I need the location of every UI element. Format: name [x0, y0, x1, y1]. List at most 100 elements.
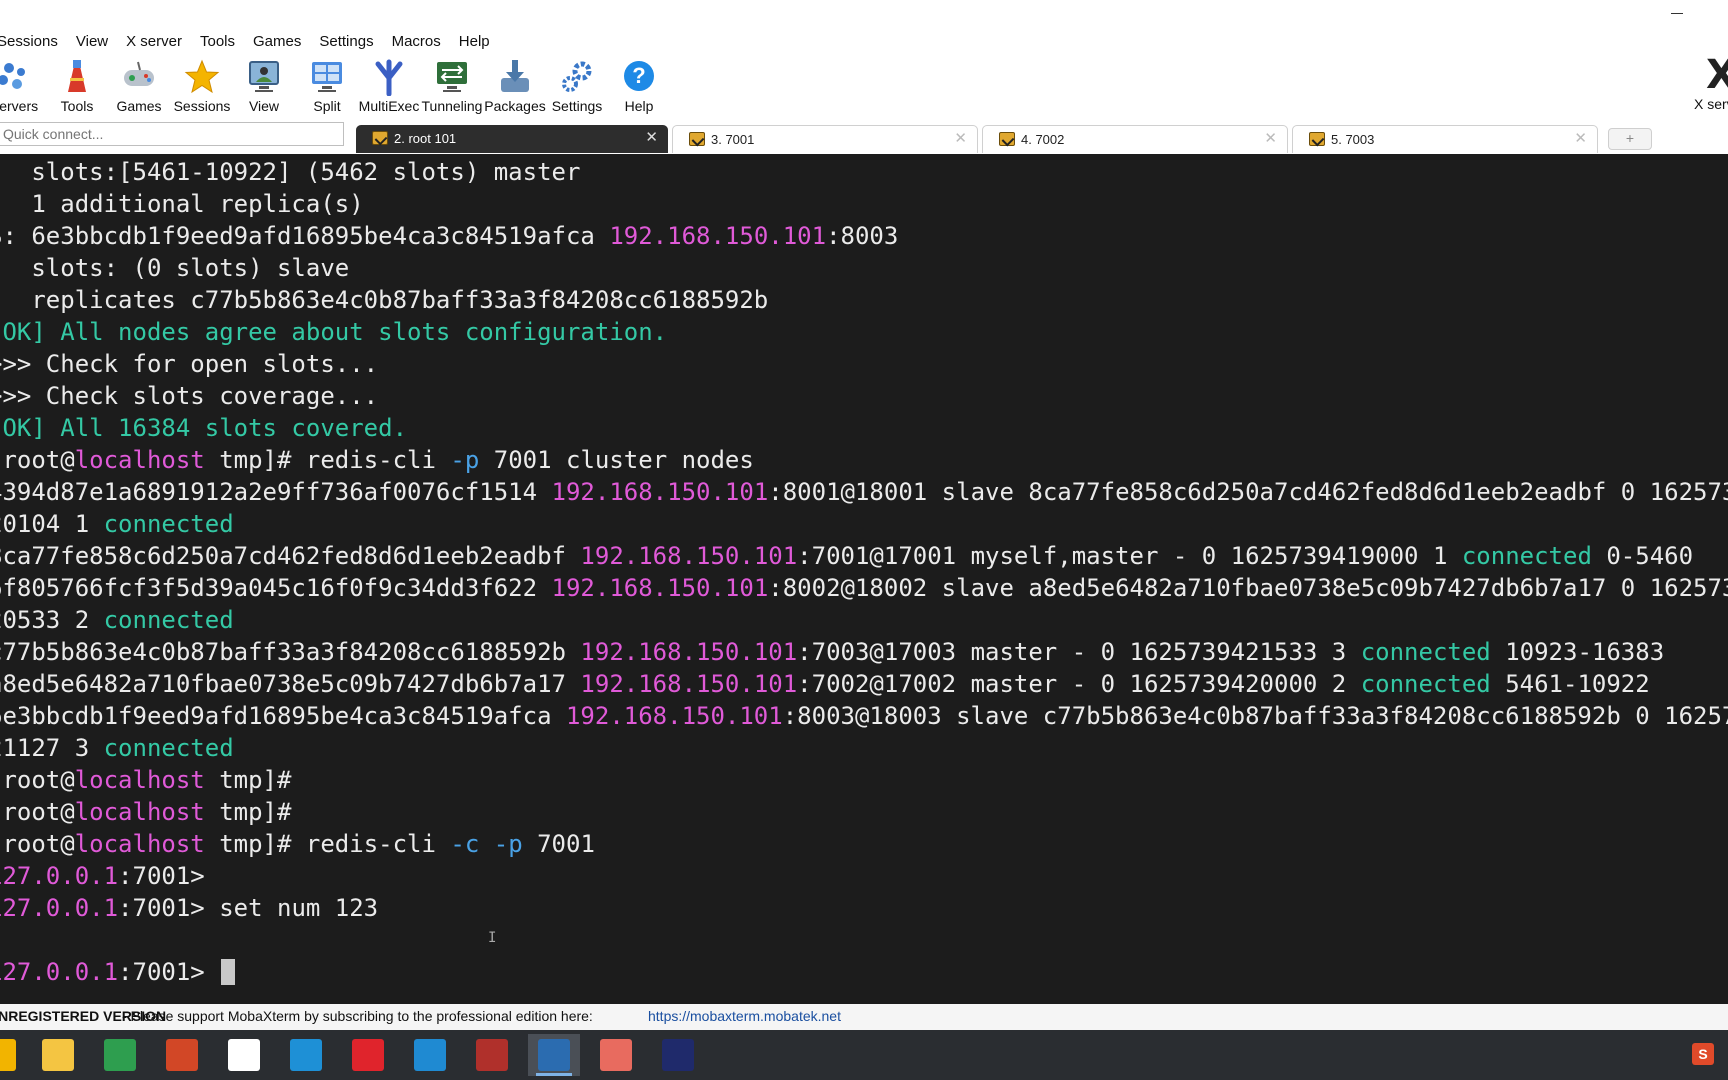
close-tab-icon[interactable]: ✕	[645, 125, 658, 151]
monitor-user-icon	[245, 58, 283, 96]
close-tab-icon[interactable]: ✕	[1264, 126, 1277, 152]
terminal-text: 10923-16383	[1490, 638, 1665, 666]
session-tab[interactable]: 3. 7001 ✕	[672, 125, 978, 153]
toolbar-help-button[interactable]: ? Help	[605, 56, 673, 116]
terminal-line: >>> Check slots coverage...	[0, 380, 378, 412]
terminal-text: [OK] All nodes agree about slots configu…	[0, 318, 668, 346]
terminal-text: 20533 2	[0, 606, 90, 634]
taskbar-button[interactable]	[342, 1034, 394, 1076]
terminal-line: 20533 2 connected	[0, 604, 234, 636]
taskbar-button[interactable]	[404, 1034, 456, 1076]
quick-connect-input[interactable]	[0, 122, 344, 146]
terminal-text: connected	[103, 734, 234, 762]
terminal-line: [root@localhost tmp]#	[0, 796, 291, 828]
mobaxterm-website-link[interactable]: https://mobaxterm.mobatek.net	[648, 1008, 841, 1024]
close-tab-icon[interactable]: ✕	[954, 126, 967, 152]
session-tab[interactable]: 2. root 101 ✕	[356, 125, 668, 153]
terminal-text: >>> Check for open slots...	[0, 350, 379, 378]
terminal-text: a8ed5e6482a710fbae0738e5c09b7427db6b7a17	[0, 670, 581, 698]
svg-text:?: ?	[632, 63, 645, 88]
terminal-line: slots: (0 slots) slave	[0, 252, 349, 284]
terminal-session-icon	[372, 131, 388, 145]
sogou-ime-icon[interactable]: S	[1692, 1043, 1714, 1065]
taskbar-button[interactable]	[652, 1034, 704, 1076]
taskbar-button[interactable]	[156, 1034, 208, 1076]
menu-view[interactable]: View	[67, 30, 117, 54]
session-tab-label: 4. 7002	[1021, 132, 1065, 147]
terminal-text: 127.0.0.1	[0, 862, 119, 890]
terminal-text: [root@	[0, 766, 75, 794]
terminal-text: 192.168.150.101	[580, 670, 798, 698]
windows-taskbar: S	[0, 1030, 1728, 1080]
terminal-line: >>> Check for open slots...	[0, 348, 378, 380]
toolbar: ServersToolsGamesSessionsViewSplitMultiE…	[0, 54, 1728, 118]
terminal-line: replicates c77b5b863e4c0b87baff33a3f8420…	[0, 284, 768, 316]
terminal-text: 192.168.150.101	[551, 574, 769, 602]
terminal-text: 127.0.0.1	[0, 894, 119, 922]
terminal-text: localhost	[74, 830, 205, 858]
session-tab[interactable]: 5. 7003 ✕	[1292, 125, 1598, 153]
terminal-text: S: 6e3bbcdb1f9eed9afd16895be4ca3c84519af…	[0, 222, 610, 250]
terminal-text: :8003	[826, 222, 899, 250]
taskbar-button[interactable]	[218, 1034, 270, 1076]
terminal-text: 5461-10922	[1490, 670, 1650, 698]
taskbar-button[interactable]	[32, 1034, 84, 1076]
terminal-text: 7001	[522, 830, 595, 858]
terminal-text: tmp]# redis-cli	[204, 446, 451, 474]
terminal-text: 192.168.150.101	[609, 222, 827, 250]
terminal-text: c77b5b863e4c0b87baff33a3f84208cc6188592b	[0, 638, 581, 666]
terminal-text: [root@	[0, 798, 75, 826]
terminal-line: 21127 3 connected	[0, 732, 234, 764]
terminal-text: 192.168.150.101	[551, 478, 769, 506]
terminal-session-icon	[999, 132, 1015, 146]
xserver-label: X server	[1694, 96, 1728, 112]
taskbar-button[interactable]	[466, 1034, 518, 1076]
help-icon: ?	[620, 58, 658, 96]
terminal-text: :7001>	[118, 862, 205, 890]
minimize-button[interactable]	[1668, 4, 1686, 22]
terminal-text: :7003@17003 master - 0 1625739421533 3	[797, 638, 1361, 666]
taskbar-button[interactable]	[94, 1034, 146, 1076]
terminal-text: :8002@18002 slave a8ed5e6482a710fbae0738…	[768, 574, 1728, 602]
terminal-text: :7001> set num 123	[118, 894, 379, 922]
menu-macros[interactable]: Macros	[383, 30, 450, 54]
menu-help[interactable]: Help	[450, 30, 499, 54]
menu-games[interactable]: Games	[244, 30, 310, 54]
menu-x-server[interactable]: X server	[117, 30, 191, 54]
remote-desktop-icon	[290, 1039, 322, 1071]
new-tab-button[interactable]: +	[1608, 128, 1652, 150]
taskbar-button[interactable]	[280, 1034, 332, 1076]
terminal-line: 20104 1 connected	[0, 508, 234, 540]
tab-row: 2. root 101 ✕ 3. 7001 ✕ 4. 7002 ✕ 5. 7003 ✕ +	[0, 118, 1728, 154]
session-tab[interactable]: 4. 7002 ✕	[982, 125, 1288, 153]
terminal-line: [root@localhost tmp]# redis-cli -p 7001 …	[0, 444, 754, 476]
terminal-text: 1 additional replica(s)	[0, 190, 364, 218]
onenote-icon	[104, 1039, 136, 1071]
terminal-line: 127.0.0.1:7001> set num 123	[0, 892, 378, 924]
menu-settings[interactable]: Settings	[310, 30, 382, 54]
terminal-text: 6f805766fcf3f5d39a045c16f0f9c34dd3f622	[0, 574, 552, 602]
taskbar-button[interactable]	[0, 1034, 26, 1076]
terminal-text: connected	[1461, 542, 1592, 570]
youdao-note-icon	[352, 1039, 384, 1071]
menu-sessions[interactable]: Sessions	[0, 30, 67, 54]
menu-tools[interactable]: Tools	[191, 30, 244, 54]
split-screen-icon	[308, 58, 346, 96]
taskbar-button[interactable]	[528, 1034, 580, 1076]
terminal-text: connected	[1360, 670, 1491, 698]
terminal-line: 4394d87e1a6891912a2e9ff736af0076cf1514 1…	[0, 476, 1728, 508]
xserver-button[interactable]: X X server	[1690, 52, 1728, 118]
terminal-line: S: 6e3bbcdb1f9eed9afd16895be4ca3c84519af…	[0, 220, 898, 252]
close-tab-icon[interactable]: ✕	[1574, 126, 1587, 152]
intellij-icon	[662, 1039, 694, 1071]
terminal-output[interactable]: slots:[5461-10922] (5462 slots) master 1…	[0, 154, 1728, 1004]
terminal-text: [root@	[0, 446, 75, 474]
terminal-line: [root@localhost tmp]#	[0, 764, 291, 796]
terminal-text: 0-5460	[1591, 542, 1694, 570]
taskbar-button[interactable]	[590, 1034, 642, 1076]
terminal-line: 6f805766fcf3f5d39a045c16f0f9c34dd3f622 1…	[0, 572, 1728, 604]
terminal-text: localhost	[74, 446, 205, 474]
terminal-text: 4394d87e1a6891912a2e9ff736af0076cf1514	[0, 478, 552, 506]
redis-desktop-icon	[476, 1039, 508, 1071]
